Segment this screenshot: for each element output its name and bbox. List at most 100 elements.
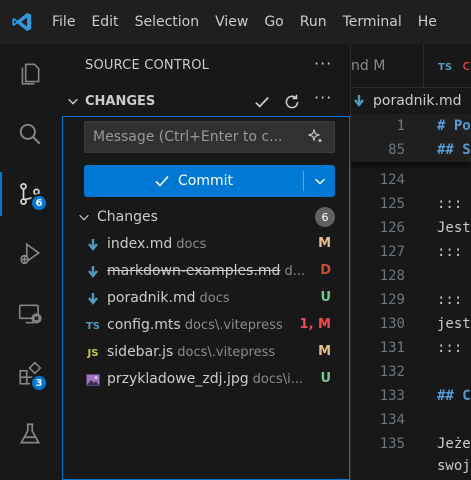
file-status: 1, M	[299, 317, 331, 332]
commit-message-input[interactable]	[85, 122, 334, 152]
changed-file-row[interactable]: poradnik.md docs U	[63, 285, 349, 312]
file-directory: docs\.vitepress	[184, 318, 283, 333]
file-directory: docs	[176, 237, 207, 252]
file-directory: d...	[284, 264, 306, 279]
menu-selection[interactable]: Selection	[127, 0, 208, 44]
line-number: 133	[379, 388, 405, 404]
scm-view: Commit Changes 6 index.mddocs M markdown…	[62, 116, 350, 480]
more-actions-icon[interactable]: ···	[314, 54, 332, 73]
line-number: 1	[396, 118, 405, 134]
code-line: # Po	[437, 118, 471, 134]
file-status: U	[320, 371, 331, 386]
source-control-badge: 6	[30, 194, 48, 212]
explorer-icon[interactable]	[0, 46, 60, 102]
changed-file-row[interactable]: przykladowe_zdj.jpg docs\i... U	[63, 366, 349, 393]
image-icon	[85, 372, 101, 388]
code-line: :::	[437, 292, 471, 308]
line-number: 128	[379, 268, 405, 284]
commit-label: Commit	[178, 173, 233, 189]
check-icon	[155, 175, 169, 187]
changed-file-row[interactable]: index.md docs M	[63, 231, 349, 258]
typescript-icon: TS	[85, 320, 101, 332]
javascript-icon: JS	[87, 347, 99, 359]
menu-run[interactable]: Run	[292, 0, 335, 44]
code-line: Jest	[437, 220, 471, 236]
menu-help[interactable]: He	[410, 0, 445, 44]
code-editor[interactable]: 124 125 ::: 126 Jest 127 ::: 128 129 :::…	[351, 162, 471, 480]
file-name: markdown-examples.md	[107, 263, 281, 279]
markdown-icon	[85, 291, 101, 307]
tab-config[interactable]: TS co	[423, 44, 471, 88]
code-line: :::	[437, 244, 471, 260]
line-number: 135	[379, 436, 405, 452]
line-number: 127	[379, 244, 405, 260]
line-number: 129	[379, 292, 405, 308]
changes-section-header[interactable]: CHANGES ···	[60, 88, 351, 114]
changes-section-label: CHANGES	[85, 94, 156, 109]
code-line: ## C	[437, 388, 471, 404]
file-directory: docs\.vitepress	[177, 345, 276, 360]
file-directory: docs\i...	[252, 372, 304, 387]
code-line: swoj	[437, 458, 471, 474]
file-directory: docs	[199, 291, 230, 306]
file-name: sidebar.js	[107, 344, 174, 360]
line-number: 85	[388, 142, 405, 158]
file-name: config.mts	[107, 317, 181, 333]
commit-dropdown[interactable]	[304, 165, 335, 197]
file-name: poradnik.md	[107, 290, 196, 306]
code-line: :::	[437, 340, 471, 356]
line-number: 134	[379, 412, 405, 428]
panel-title: SOURCE CONTROL	[85, 58, 210, 73]
file-status: D	[320, 263, 331, 278]
line-number: 124	[379, 172, 405, 188]
changes-group-label: Changes	[97, 209, 158, 225]
breadcrumb-file[interactable]: poradnik.md	[373, 93, 462, 109]
changes-more-icon[interactable]: ···	[314, 88, 332, 107]
changed-file-row[interactable]: TS config.mts docs\.vitepress 1, M	[63, 312, 349, 339]
editor-tabs: nd M TS co	[351, 44, 471, 88]
line-number: 132	[379, 364, 405, 380]
line-number: 125	[379, 196, 405, 212]
commit-main-action[interactable]: Commit	[84, 165, 303, 197]
line-number: 126	[379, 220, 405, 236]
commit-button[interactable]: Commit	[84, 165, 335, 197]
file-status: U	[320, 290, 331, 305]
markdown-icon	[85, 237, 101, 253]
activity-bar: 6 3	[0, 44, 60, 480]
menu-go[interactable]: Go	[256, 0, 291, 44]
vscode-logo-icon	[0, 0, 44, 44]
search-icon[interactable]	[0, 106, 60, 162]
changes-group[interactable]: Changes 6	[63, 207, 349, 229]
code-line: jest	[437, 316, 471, 332]
sticky-scroll[interactable]: 1 # Po 85 ## S	[351, 114, 471, 162]
remote-explorer-icon[interactable]	[0, 286, 60, 342]
changed-file-row[interactable]: markdown-examples.md d... D	[63, 258, 349, 285]
extensions-icon[interactable]: 3	[0, 346, 60, 402]
sparkle-icon[interactable]	[308, 129, 324, 145]
file-name: index.md	[107, 236, 173, 252]
file-status: M	[318, 236, 331, 251]
testing-icon[interactable]	[0, 406, 60, 462]
menu-file[interactable]: File	[44, 0, 83, 44]
menu-terminal[interactable]: Terminal	[335, 0, 410, 44]
commit-check-icon[interactable]	[253, 93, 271, 111]
menu-view[interactable]: View	[207, 0, 256, 44]
extensions-badge: 3	[30, 374, 48, 392]
source-control-panel: SOURCE CONTROL ··· CHANGES ··· Commit Ch…	[60, 44, 351, 480]
refresh-icon[interactable]	[283, 93, 301, 111]
code-line: Jeże	[437, 436, 471, 452]
line-number: 130	[379, 316, 405, 332]
chevron-down-icon	[314, 178, 325, 185]
source-control-icon[interactable]: 6	[0, 166, 60, 222]
changes-count-badge: 6	[315, 207, 335, 227]
menu-edit[interactable]: Edit	[83, 0, 126, 44]
breadcrumb: poradnik.md	[351, 88, 471, 114]
markdown-icon	[85, 264, 101, 280]
run-debug-icon[interactable]	[0, 226, 60, 282]
commit-message-field[interactable]	[84, 121, 335, 153]
changed-file-row[interactable]: JS sidebar.js docs\.vitepress M	[63, 339, 349, 366]
tab-config-label: co	[462, 58, 471, 74]
tab-markdown-examples[interactable]: nd M	[351, 44, 421, 88]
file-status: M	[318, 344, 331, 359]
markdown-icon	[354, 95, 364, 107]
